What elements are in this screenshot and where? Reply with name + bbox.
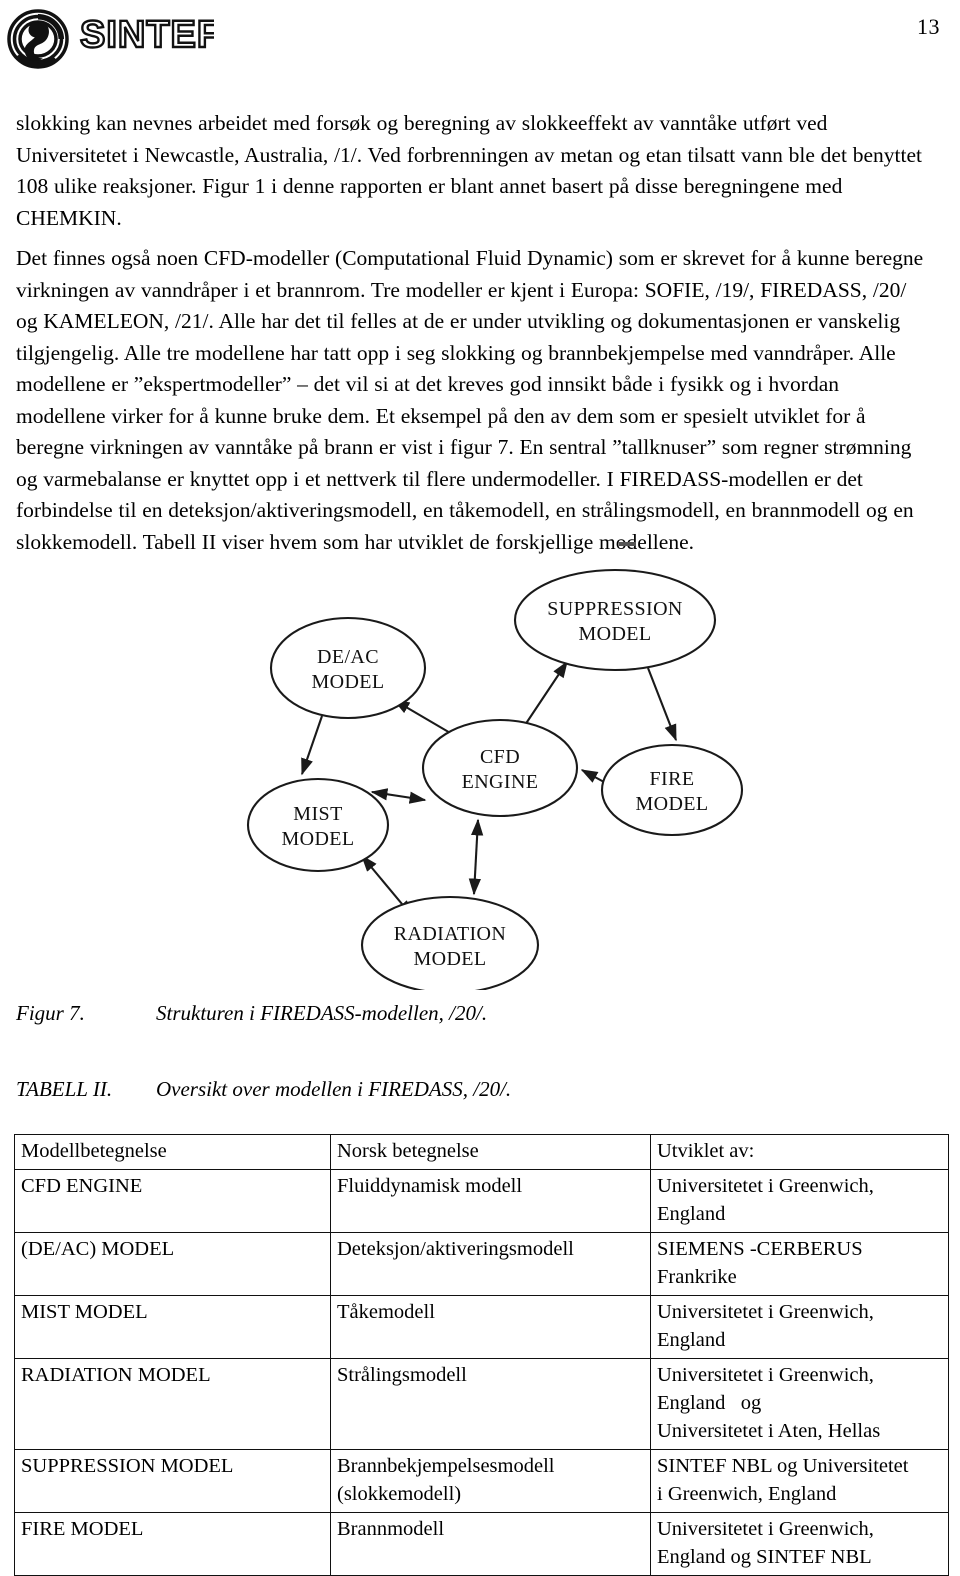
node-radiation: RADIATION MODEL xyxy=(360,895,540,990)
node-radiation-label-line2: MODEL xyxy=(413,948,486,970)
cell-developer-line: Universitetet i Greenwich, xyxy=(657,1301,874,1323)
figure-caption-text: Strukturen i FIREDASS-modellen, /20/. xyxy=(156,1001,488,1025)
cell-norwegian: Brannmodell xyxy=(330,1512,651,1576)
node-de-ac-label-line2: MODEL xyxy=(311,671,384,693)
models-table: Modellbetegnelse Norsk betegnelse Utvikl… xyxy=(14,1134,949,1576)
table-caption-text: Oversikt over modellen i FIREDASS, /20/. xyxy=(156,1077,512,1101)
edge-fire-to-cfd xyxy=(580,769,605,783)
node-cfd-engine: CFD ENGINE xyxy=(421,718,579,818)
node-mist-label-line2: MODEL xyxy=(281,828,354,850)
figure-7-diagram: DE/AC MODEL SUPPRESSION MODEL CFD ENGINE… xyxy=(0,520,960,990)
node-fire-label-line1: FIRE xyxy=(650,768,695,790)
cell-developer: SIEMENS -CERBERUS Frankrike xyxy=(650,1232,949,1296)
node-fire: FIRE MODEL xyxy=(600,743,744,837)
cell-developer: Universitetet i Greenwich, England og SI… xyxy=(650,1512,949,1576)
cell-norwegian: Deteksjon/aktiveringsmodell xyxy=(330,1232,651,1296)
node-suppression-ellipse xyxy=(513,568,717,672)
edge-cfd-to-de-ac xyxy=(392,699,453,735)
table-row: MIST MODEL Tåkemodell Universitetet i Gr… xyxy=(14,1295,949,1359)
node-de-ac: DE/AC MODEL xyxy=(269,616,427,720)
cell-developer-line: Universitetet i Greenwich, xyxy=(657,1364,874,1386)
table-row: RADIATION MODEL Strålingsmodell Universi… xyxy=(14,1358,949,1450)
node-suppression: SUPPRESSION MODEL xyxy=(513,568,717,672)
node-fire-label-line2: MODEL xyxy=(635,793,708,815)
table-row: FIRE MODEL Brannmodell Universitetet i G… xyxy=(14,1512,949,1576)
cell-model: RADIATION MODEL xyxy=(14,1358,331,1450)
edge-suppression-to-fire xyxy=(647,667,677,742)
sintef-wordmark: SINTEF xyxy=(78,12,222,57)
cell-developer-line: England xyxy=(657,1329,726,1351)
node-cfd-engine-label-line2: ENGINE xyxy=(462,771,539,793)
table-header-cell-model: Modellbetegnelse xyxy=(14,1134,331,1170)
table-row: (DE/AC) MODEL Deteksjon/aktiveringsmodel… xyxy=(14,1232,949,1296)
edge-cfd-radiation-bidirectional xyxy=(468,818,484,896)
cell-developer-line: Universitetet i Aten, Hellas xyxy=(657,1420,881,1442)
node-radiation-label-line1: RADIATION xyxy=(394,923,506,945)
edge-cfd-to-suppression xyxy=(524,660,568,726)
table-row: CFD ENGINE Fluiddynamisk modell Universi… xyxy=(14,1169,949,1233)
page-header: SINTEF 13 xyxy=(0,0,960,92)
cell-model: CFD ENGINE xyxy=(14,1169,331,1233)
cell-developer: Universitetet i Greenwich, England xyxy=(650,1169,949,1233)
figure-caption-label: Figur 7. xyxy=(16,1001,85,1025)
scan-artifact-dash xyxy=(619,542,636,546)
node-mist-label-line1: MIST xyxy=(293,803,342,825)
table-header-row: Modellbetegnelse Norsk betegnelse Utvikl… xyxy=(14,1134,949,1170)
body-paragraph-2: Det finnes også noen CFD-modeller (Compu… xyxy=(16,246,924,554)
cell-developer-line: SIEMENS -CERBERUS xyxy=(657,1238,863,1260)
cell-developer: SINTEF NBL og Universitetet i Greenwich,… xyxy=(650,1449,949,1513)
node-fire-ellipse xyxy=(600,743,744,837)
node-cfd-engine-label-line1: CFD xyxy=(480,746,520,768)
node-mist: MIST MODEL xyxy=(246,777,390,873)
cell-norwegian: Fluiddynamisk modell xyxy=(330,1169,651,1233)
sintef-wordmark-text: SINTEF xyxy=(80,14,214,56)
page-number: 13 xyxy=(917,14,940,39)
node-de-ac-ellipse xyxy=(269,616,427,720)
cell-model: FIRE MODEL xyxy=(14,1512,331,1576)
cell-developer-line: England og SINTEF NBL xyxy=(657,1546,872,1568)
cell-developer-line: i Greenwich, England xyxy=(657,1483,837,1505)
cell-norwegian: Tåkemodell xyxy=(330,1295,651,1359)
cell-model: (DE/AC) MODEL xyxy=(14,1232,331,1296)
cell-developer-line: England xyxy=(657,1203,726,1225)
node-de-ac-label-line1: DE/AC xyxy=(317,646,379,668)
table-header-cell-developer: Utviklet av: xyxy=(650,1134,949,1170)
cell-norwegian: Strålingsmodell xyxy=(330,1358,651,1450)
node-cfd-engine-ellipse xyxy=(421,718,579,818)
edge-de-ac-to-mist xyxy=(301,715,323,776)
node-mist-ellipse xyxy=(246,777,390,873)
cell-developer-line: Universitetet i Greenwich, xyxy=(657,1175,874,1197)
body-paragraph-1: slokking kan nevnes arbeidet med forsøk … xyxy=(16,111,922,230)
cell-developer-line: SINTEF NBL og Universitetet xyxy=(657,1455,909,1477)
sintef-spiral-logo-icon xyxy=(6,8,70,70)
table-caption-label: TABELL II. xyxy=(16,1077,113,1101)
cell-developer-line: Frankrike xyxy=(657,1266,737,1288)
table-header-cell-norwegian: Norsk betegnelse xyxy=(330,1134,651,1170)
table-caption: TABELL II. Oversikt over modellen i FIRED… xyxy=(16,1076,932,1102)
cell-model: SUPPRESSION MODEL xyxy=(14,1449,331,1513)
cell-developer: Universitetet i Greenwich, England og Un… xyxy=(650,1358,949,1450)
table-row: SUPPRESSION MODEL Brannbekjempelsesmodel… xyxy=(14,1449,949,1513)
node-suppression-label-line2: MODEL xyxy=(578,623,651,645)
node-suppression-label-line1: SUPPRESSION xyxy=(547,598,683,620)
figure-caption: Figur 7. Strukturen i FIREDASS-modellen, … xyxy=(16,1000,932,1026)
cell-model: MIST MODEL xyxy=(14,1295,331,1359)
cell-norwegian: Brannbekjempelsesmodell (slokkemodell) xyxy=(330,1449,651,1513)
cell-developer: Universitetet i Greenwich, England xyxy=(650,1295,949,1359)
cell-developer-line: Universitetet i Greenwich, xyxy=(657,1518,874,1540)
cell-developer-line: England og xyxy=(657,1392,762,1414)
edge-cfd-mist-bidirectional xyxy=(370,788,427,804)
